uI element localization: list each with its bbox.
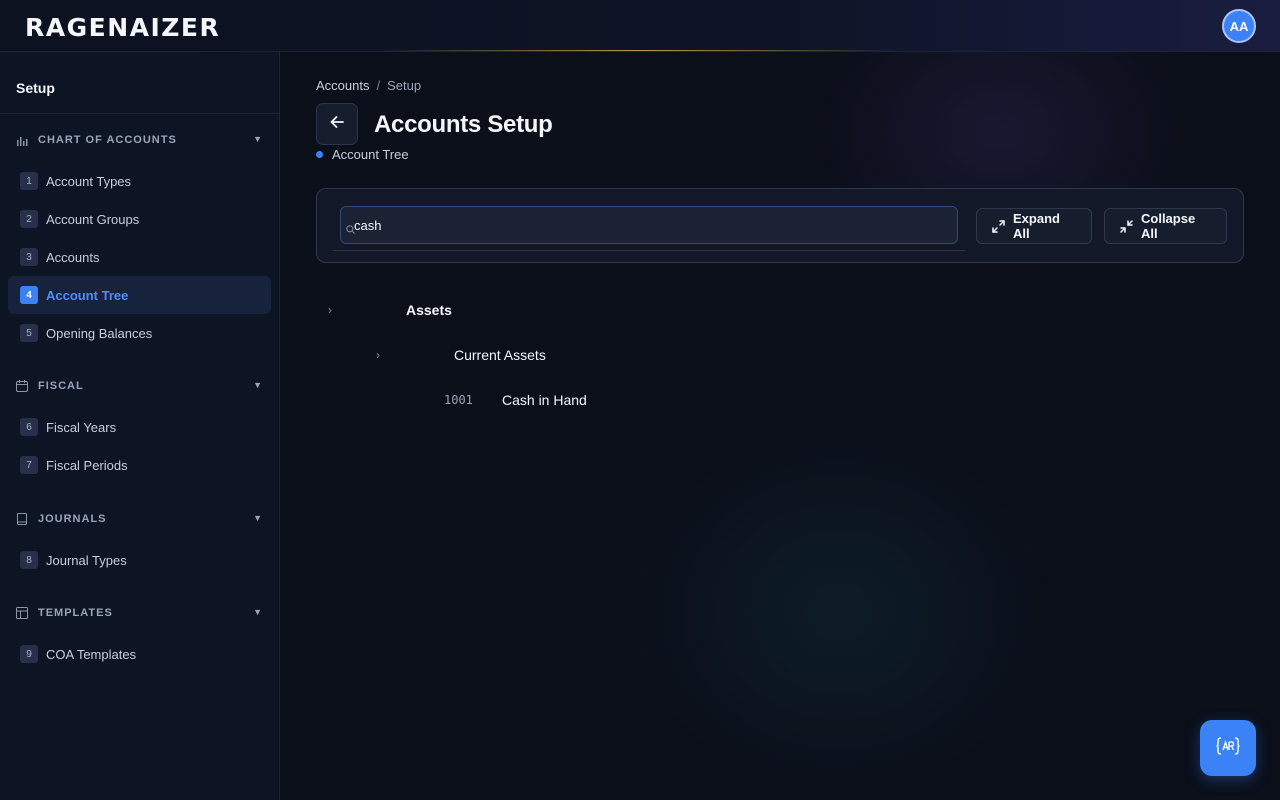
- sidebar-item-opening-balances[interactable]: 5 Opening Balances: [8, 314, 271, 352]
- collapse-icon: [1119, 219, 1134, 234]
- top-bar: RAGENAIZER AA: [0, 0, 1280, 52]
- item-number: 6: [20, 418, 38, 436]
- item-number: 2: [20, 210, 38, 228]
- tree-node-label: Assets: [406, 302, 452, 318]
- section-fiscal[interactable]: FISCAL ▼: [16, 376, 266, 396]
- search-icon: [346, 221, 355, 234]
- section-label: FISCAL: [38, 380, 84, 392]
- collapse-all-button[interactable]: Collapse All: [1104, 208, 1227, 244]
- sidebar-item-coa-templates[interactable]: 9 COA Templates: [8, 635, 271, 673]
- chevron-right-icon[interactable]: ›: [328, 303, 332, 317]
- chevron-down-icon: ▼: [253, 513, 263, 523]
- sidebar-item-label: Account Types: [46, 173, 132, 189]
- item-number: 7: [20, 456, 38, 474]
- section-chart-of-accounts[interactable]: CHART OF ACCOUNTS ▼: [16, 130, 266, 150]
- search-container: [333, 201, 965, 251]
- tree-node-label: Current Assets: [454, 347, 546, 363]
- search-input[interactable]: [340, 206, 958, 244]
- sidebar-item-label: Fiscal Years: [46, 419, 117, 435]
- item-number: 1: [20, 172, 38, 190]
- sidebar-item-label: Opening Balances: [46, 325, 153, 341]
- back-button[interactable]: [316, 103, 358, 145]
- app-logo[interactable]: RAGENAIZER: [25, 15, 220, 41]
- section-label: TEMPLATES: [38, 607, 113, 619]
- sidebar-item-label: Accounts: [46, 249, 100, 265]
- tree-node-cash-in-hand[interactable]: 1001 Cash in Hand: [316, 389, 716, 411]
- arrow-left-icon: [329, 114, 345, 135]
- sidebar-item-account-tree[interactable]: 4 Account Tree: [8, 276, 271, 314]
- tree-node-assets[interactable]: › Assets: [316, 299, 716, 321]
- collapse-all-label: Collapse All: [1141, 211, 1196, 241]
- sidebar-item-journal-types[interactable]: 8 Journal Types: [8, 541, 271, 579]
- section-templates[interactable]: TEMPLATES ▼: [16, 603, 266, 623]
- section-journals[interactable]: JOURNALS ▼: [16, 509, 266, 529]
- book-icon: [16, 513, 28, 525]
- top-bar-glow: [380, 50, 900, 51]
- sidebar-item-account-types[interactable]: 1 Account Types: [8, 162, 271, 200]
- item-number: 4: [20, 286, 38, 304]
- bar-chart-icon: [16, 134, 28, 146]
- sidebar-item-fiscal-years[interactable]: 6 Fiscal Years: [8, 408, 271, 446]
- tree-toolbar: Expand All Collapse All: [316, 188, 1244, 263]
- chevron-right-icon[interactable]: ›: [376, 348, 380, 362]
- breadcrumb-separator: /: [376, 78, 381, 93]
- page-title: Accounts Setup: [374, 111, 553, 138]
- expand-icon: [991, 219, 1006, 234]
- section-label: JOURNALS: [38, 513, 107, 525]
- layout-icon: [16, 607, 28, 619]
- sidebar-item-account-groups[interactable]: 2 Account Groups: [8, 200, 271, 238]
- tree-node-current-assets[interactable]: › Current Assets: [316, 344, 716, 366]
- sidebar: Setup CHART OF ACCOUNTS ▼ 1 Account Type…: [0, 52, 280, 800]
- sidebar-item-label: Account Tree: [46, 287, 129, 303]
- account-code: 1001: [444, 393, 473, 407]
- item-number: 5: [20, 324, 38, 342]
- main-content: Accounts / Setup Accounts Setup Account …: [280, 52, 1280, 800]
- section-label: CHART OF ACCOUNTS: [38, 134, 177, 146]
- assistant-fab-button[interactable]: [1200, 720, 1256, 776]
- tree-node-label: Cash in Hand: [502, 392, 587, 408]
- item-number: 3: [20, 248, 38, 266]
- sidebar-item-accounts[interactable]: 3 Accounts: [8, 238, 271, 276]
- breadcrumb: Accounts / Setup: [316, 78, 421, 93]
- sidebar-item-label: Account Groups: [46, 211, 140, 227]
- code-braces-icon: [1216, 736, 1240, 760]
- expand-all-label: Expand All: [1013, 211, 1060, 241]
- breadcrumb-current: Setup: [387, 78, 422, 93]
- chevron-down-icon: ▼: [253, 607, 263, 617]
- calendar-icon: [16, 380, 28, 392]
- page-subtitle: Account Tree: [316, 147, 409, 162]
- sidebar-item-label: COA Templates: [46, 646, 137, 662]
- sidebar-item-label: Fiscal Periods: [46, 457, 128, 473]
- user-avatar[interactable]: AA: [1222, 9, 1256, 43]
- status-dot-icon: [316, 151, 323, 158]
- sidebar-item-fiscal-periods[interactable]: 7 Fiscal Periods: [8, 446, 271, 484]
- breadcrumb-root-link[interactable]: Accounts: [316, 78, 369, 93]
- item-number: 9: [20, 645, 38, 663]
- chevron-down-icon: ▼: [253, 380, 263, 390]
- subtitle-label: Account Tree: [332, 147, 409, 162]
- sidebar-title: Setup: [0, 52, 279, 114]
- item-number: 8: [20, 551, 38, 569]
- chevron-down-icon: ▼: [253, 134, 263, 144]
- sidebar-item-label: Journal Types: [46, 552, 127, 568]
- expand-all-button[interactable]: Expand All: [976, 208, 1092, 244]
